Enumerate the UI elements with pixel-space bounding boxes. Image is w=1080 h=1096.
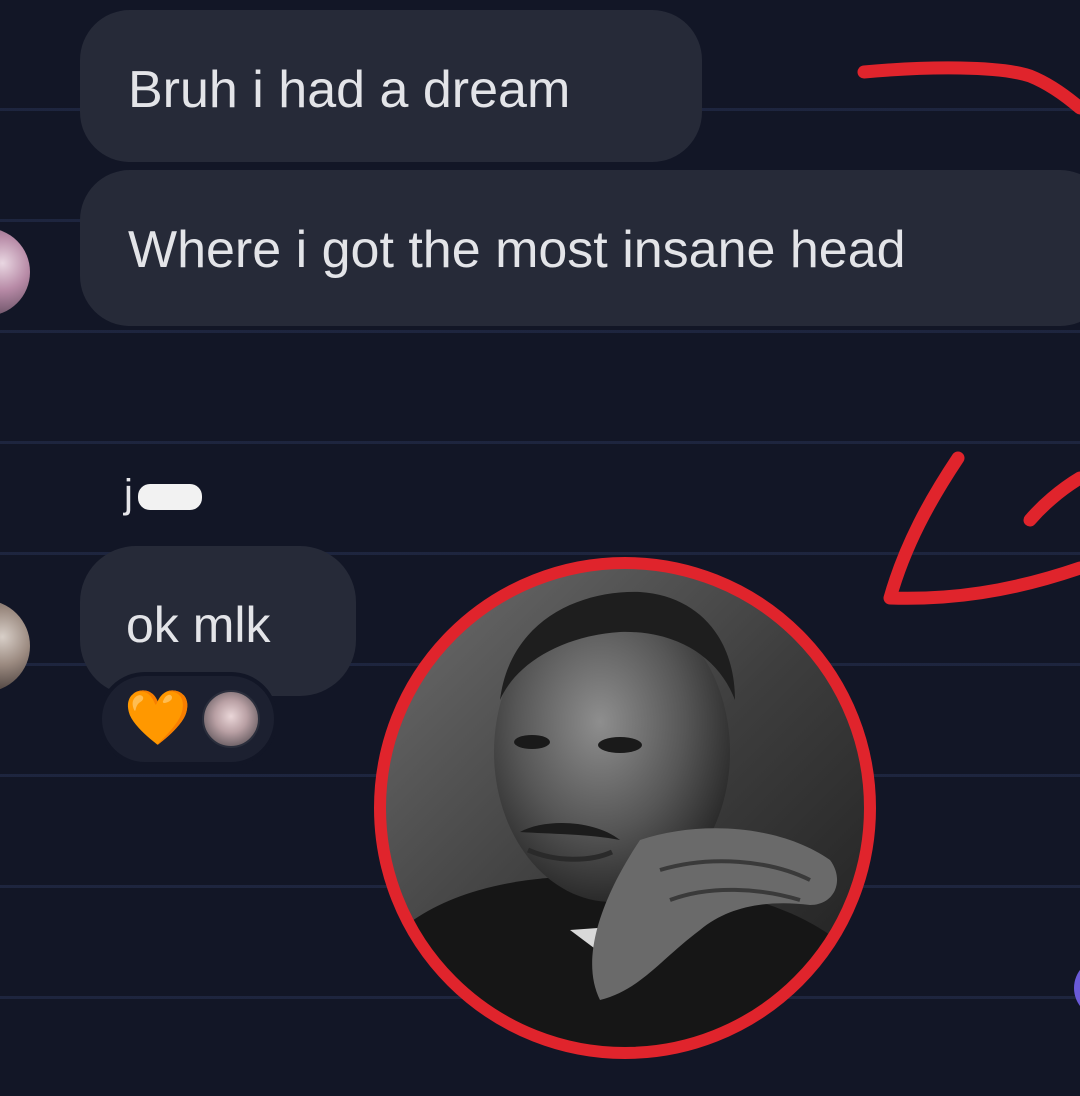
name-redaction-scribble [138,484,202,510]
pointer-arrow-shaft [1023,471,1080,527]
reactor-avatar [202,690,260,748]
message-bubble[interactable]: Where i got the most insane head [80,170,1080,326]
top-arrow [857,61,1080,115]
sender-avatar[interactable] [0,228,30,316]
sender-name: j [124,472,133,516]
edge-avatar [1074,958,1080,1018]
message-bubble[interactable]: Bruh i had a dream [80,10,702,162]
highlight-circle [374,557,876,1059]
message-text: Bruh i had a dream [128,61,571,119]
reply-text: ok mlk [126,597,271,653]
message-text: Where i got the most insane head [128,221,906,279]
orange-heart-icon: 🧡 [124,688,192,748]
portrait-photo [385,568,865,1048]
pointer-arrow [883,451,1080,605]
reply-sender-avatar[interactable] [0,600,30,692]
